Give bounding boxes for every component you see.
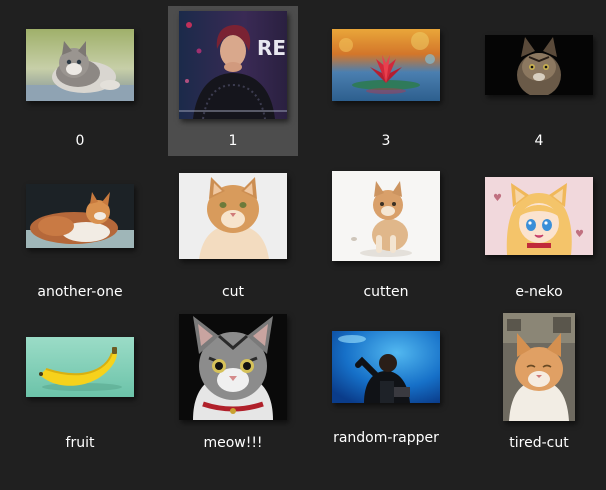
thumbnail-image: ♥ ♥ [485, 177, 593, 255]
file-label: cut [221, 284, 245, 300]
file-item-9[interactable]: meow!!! [168, 308, 298, 458]
thumbnail-image [26, 184, 134, 248]
file-grid: 0 RE 1 3 4 another-one cut cutten ♥ ♥ e-… [0, 0, 606, 490]
file-item-0[interactable]: 0 [15, 6, 145, 156]
file-item-6[interactable]: cutten [321, 157, 451, 307]
file-label: tired-cut [509, 435, 569, 451]
file-label: 1 [228, 133, 238, 149]
file-label: 0 [75, 133, 85, 149]
thumbnail-image [332, 171, 440, 261]
thumbnail-image [485, 35, 593, 95]
file-item-4[interactable]: another-one [15, 157, 145, 307]
file-item-3[interactable]: 4 [474, 6, 604, 156]
file-label: meow!!! [203, 435, 263, 451]
file-item-11[interactable]: tired-cut [474, 308, 604, 458]
file-label: 3 [381, 133, 391, 149]
thumbnail-image [26, 29, 134, 101]
file-item-2[interactable]: 3 [321, 6, 451, 156]
file-label: random-rapper [333, 430, 439, 446]
thumbnail-image [503, 313, 575, 421]
thumbnail-image [179, 314, 287, 420]
thumbnail-image [332, 331, 440, 403]
svg-text:♥: ♥ [493, 193, 502, 204]
svg-text:♥: ♥ [575, 229, 584, 240]
svg-text:RE: RE [257, 36, 286, 60]
file-item-10[interactable]: random-rapper [321, 308, 451, 458]
file-label: e-neko [515, 284, 563, 300]
thumbnail-image [179, 173, 287, 259]
file-item-5[interactable]: cut [168, 157, 298, 307]
thumbnail-image [332, 29, 440, 101]
file-item-7[interactable]: ♥ ♥ e-neko [474, 157, 604, 307]
file-label: 4 [534, 133, 544, 149]
thumbnail-image [26, 337, 134, 397]
thumbnail-image: RE [179, 11, 287, 119]
file-item-1[interactable]: RE 1 [168, 6, 298, 156]
file-label: cutten [363, 284, 409, 300]
file-label: another-one [37, 284, 123, 300]
file-label: fruit [65, 435, 95, 451]
file-item-8[interactable]: fruit [15, 308, 145, 458]
